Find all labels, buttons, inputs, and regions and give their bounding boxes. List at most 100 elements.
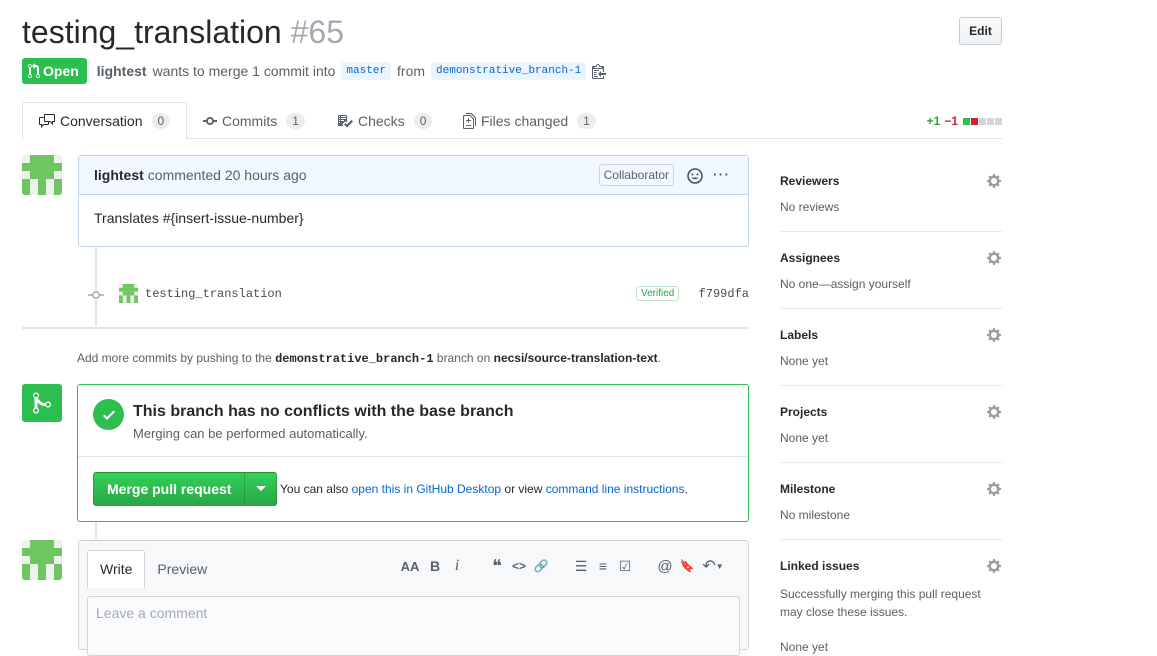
tab-preview[interactable]: Preview [145, 550, 219, 588]
tab-counter: 0 [413, 112, 433, 129]
avatar[interactable] [22, 155, 62, 195]
gear-icon[interactable] [986, 173, 1002, 189]
push-info: Add more commits by pushing to the demon… [77, 351, 661, 366]
page-title: testing_translation #65 [22, 14, 344, 51]
from-word: from [397, 63, 426, 79]
tab-checks[interactable]: Checks 0 [337, 102, 433, 139]
commit-row: testing_translation Verified f799dfa [88, 284, 749, 306]
comment-author[interactable]: lightest [94, 167, 144, 183]
heading-icon[interactable]: AA [396, 555, 424, 577]
comment-textarea[interactable]: Leave a comment [87, 596, 740, 656]
open-github-desktop-link[interactable]: open this in GitHub Desktop [352, 482, 501, 496]
base-branch[interactable]: master [341, 62, 392, 80]
divider [22, 327, 749, 329]
reply-icon[interactable]: ↶ ▼ [698, 555, 728, 577]
sidebar: Reviewers No reviews Assignees No one—as… [780, 155, 1002, 654]
markdown-toolbar: AA B i ❝ <> 🔗 ☰ ≡ ☑ @ 🔖 ↶ ▼ [396, 555, 728, 577]
gear-icon[interactable] [986, 481, 1002, 497]
editor-tabs: Write Preview [87, 550, 219, 588]
commit-message[interactable]: testing_translation [145, 287, 282, 301]
clipboard-icon[interactable] [592, 63, 607, 79]
sidebar-title[interactable]: Milestone [780, 482, 835, 496]
merge-status: This branch has no conflicts with the ba… [78, 385, 748, 457]
triangle-down-icon [255, 486, 266, 491]
status-label: Open [43, 63, 79, 79]
bold-icon[interactable]: B [424, 555, 446, 577]
pull-request-icon [28, 63, 40, 79]
merge-button-group: Merge pull request [93, 472, 278, 506]
edit-button[interactable]: Edit [959, 17, 1002, 45]
avatar[interactable] [22, 540, 62, 580]
pr-meta: Open lightest wants to merge 1 commit in… [22, 58, 607, 84]
file-diff-icon [463, 112, 476, 129]
sidebar-value: None yet [780, 354, 829, 368]
sidebar-title[interactable]: Reviewers [780, 174, 839, 188]
comment-box: lightest commented 20 hours ago Collabor… [78, 155, 749, 247]
sidebar-title[interactable]: Projects [780, 405, 827, 419]
tab-conversation[interactable]: Conversation 0 [22, 102, 188, 140]
merge-pull-request-button[interactable]: Merge pull request [94, 473, 244, 505]
tab-counter: 1 [577, 112, 596, 129]
gear-icon[interactable] [986, 558, 1002, 574]
code-icon[interactable]: <> [508, 555, 530, 577]
diffstat-blocks [962, 114, 1002, 128]
merge-options-button[interactable] [244, 473, 276, 505]
author-link[interactable]: lightest [97, 63, 147, 79]
commit-sha[interactable]: f799dfa [699, 287, 749, 301]
tab-commits[interactable]: Commits 1 [203, 102, 305, 139]
commit-icon [203, 116, 217, 125]
merge-box: This branch has no conflicts with the ba… [77, 384, 749, 522]
tab-counter: 1 [286, 112, 305, 129]
smiley-icon[interactable] [687, 168, 703, 184]
saved-reply-icon[interactable]: 🔖 [676, 555, 698, 577]
sidebar-title[interactable]: Assignees [780, 251, 840, 265]
sidebar-linked-issues: Linked issues Successfully merging this … [780, 540, 1002, 654]
merge-alt-prefix: You can also [280, 482, 349, 496]
commit-dot-icon [88, 291, 104, 299]
merge-alt-suffix: . [684, 482, 688, 496]
pr-tabs: Conversation 0 Commits 1 Checks 0 Files … [22, 102, 1002, 140]
gear-icon[interactable] [986, 327, 1002, 343]
gear-icon[interactable] [986, 250, 1002, 266]
comment-time[interactable]: commented 20 hours ago [148, 167, 307, 183]
sidebar-value: None yet [780, 640, 829, 654]
tab-counter: 0 [151, 113, 171, 129]
more-options-icon[interactable]: ··· [713, 166, 730, 182]
reply-glyph: ↶ [702, 558, 716, 575]
merge-alt-middle: or view [504, 482, 543, 496]
sidebar-reviewers: Reviewers No reviews [780, 155, 1002, 232]
ordered-list-icon[interactable]: ≡ [592, 555, 614, 577]
merge-title: This branch has no conflicts with the ba… [133, 403, 514, 420]
italic-icon[interactable]: i [446, 555, 468, 577]
new-comment-box: Write Preview AA B i ❝ <> 🔗 ☰ ≡ ☑ @ 🔖 ↶ ▼… [78, 540, 749, 656]
pr-summary: wants to merge 1 commit into [152, 63, 336, 79]
tab-files-changed[interactable]: Files changed 1 [463, 102, 596, 139]
sidebar-value: No reviews [780, 200, 840, 214]
push-info-repo: necsi/source-translation-text [493, 351, 658, 365]
sidebar-title[interactable]: Labels [780, 328, 818, 342]
timeline-line [95, 522, 97, 542]
mention-icon[interactable]: @ [654, 555, 676, 577]
task-list-icon[interactable]: ☑ [614, 555, 636, 577]
sidebar-value[interactable]: No one—assign yourself [780, 277, 911, 291]
sidebar-projects: Projects None yet [780, 386, 1002, 463]
git-merge-icon [33, 392, 51, 414]
head-branch[interactable]: demonstrative_branch-1 [431, 62, 587, 80]
commit-avatar[interactable] [119, 284, 138, 303]
command-line-link[interactable]: command line instructions [546, 482, 685, 496]
sidebar-title[interactable]: Linked issues [780, 559, 859, 573]
sidebar-assignees: Assignees No one—assign yourself [780, 232, 1002, 309]
gear-icon[interactable] [986, 404, 1002, 420]
tab-write[interactable]: Write [87, 550, 146, 588]
quote-icon[interactable]: ❝ [486, 555, 508, 577]
diffstat: +1 −1 [927, 114, 1002, 128]
verified-badge[interactable]: Verified [636, 286, 680, 301]
comment-header: lightest commented 20 hours ago Collabor… [79, 156, 748, 195]
role-badge: Collaborator [598, 164, 674, 186]
checklist-icon [338, 114, 353, 127]
sidebar-labels: Labels None yet [780, 309, 1002, 386]
tab-label: Commits [222, 112, 278, 129]
push-info-suffix: . [657, 351, 661, 365]
link-icon[interactable]: 🔗 [530, 555, 552, 577]
unordered-list-icon[interactable]: ☰ [570, 555, 592, 577]
